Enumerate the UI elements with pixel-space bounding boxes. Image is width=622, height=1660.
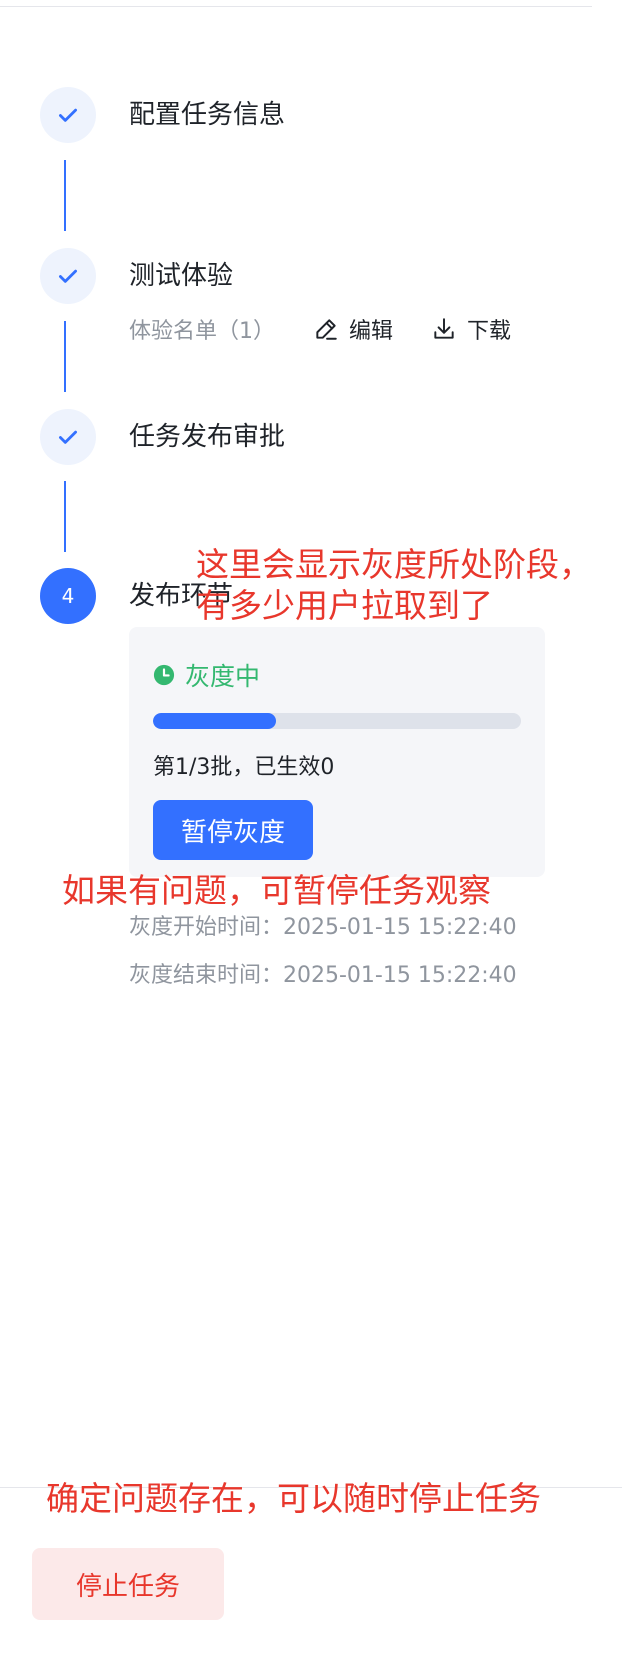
step-1-title: 配置任务信息 (129, 100, 286, 130)
edit-label: 编辑 (349, 319, 394, 344)
top-divider (0, 6, 592, 7)
step-4-number: 4 (40, 568, 96, 624)
edit-button[interactable]: 编辑 (313, 313, 393, 345)
download-button[interactable]: 下载 (431, 313, 511, 345)
test-step-actions: 体验名单（1） 编辑 下载 (129, 314, 511, 344)
annotation-stage-line-2: 有多少用户拉取到了 (196, 586, 493, 625)
download-icon (434, 318, 454, 339)
release-status: 灰度中 (153, 657, 260, 693)
step-connector-1 (64, 160, 66, 231)
edit-icon (316, 319, 337, 340)
clock-icon (153, 664, 175, 686)
release-status-text: 灰度中 (185, 662, 261, 691)
gray-release-progress-bar (153, 713, 521, 729)
step-2-title: 测试体验 (129, 261, 234, 291)
gray-end-time: 灰度结束时间：2025-01-15 15:22:40 (129, 963, 517, 988)
annotation-pause-hint: 如果有问题，可暂停任务观察 (62, 871, 491, 910)
batch-status-text: 第1/3批，已生效0 (153, 755, 335, 780)
download-label: 下载 (467, 319, 512, 344)
step-1-check-icon (40, 87, 96, 143)
annotation-stage-line-1: 这里会显示灰度所处阶段， (196, 545, 592, 584)
step-2-check-icon (40, 248, 96, 304)
progress-fill (153, 713, 276, 729)
step-3-title: 任务发布审批 (129, 422, 286, 452)
gray-start-time: 灰度开始时间：2025-01-15 15:22:40 (129, 915, 517, 940)
step-3-check-icon (40, 409, 96, 465)
trial-list-label: 体验名单（1） (129, 319, 275, 344)
step-connector-2 (64, 321, 66, 392)
release-progress-card: 灰度中 第1/3批，已生效0 暂停灰度 (129, 627, 545, 877)
pause-gray-release-button[interactable]: 暂停灰度 (153, 800, 313, 860)
step-connector-3 (64, 481, 66, 552)
annotation-stop-hint: 确定问题存在，可以随时停止任务 (46, 1479, 541, 1518)
stop-task-button[interactable]: 停止任务 (32, 1548, 224, 1620)
